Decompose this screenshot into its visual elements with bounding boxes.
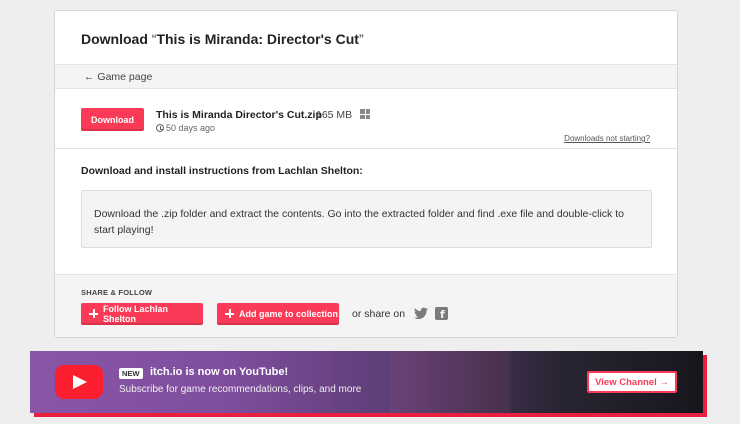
game-page-link[interactable]: ← Game page [84, 71, 152, 83]
divider [55, 148, 677, 149]
add-to-collection-button[interactable]: Add game to collection [217, 303, 339, 325]
youtube-banner: NEW itch.io is now on YouTube! Subscribe… [30, 351, 703, 413]
page-title: Download “This is Miranda: Director's Cu… [81, 31, 364, 47]
youtube-logo-icon [55, 365, 103, 399]
title-prefix: Download [81, 31, 148, 47]
banner-title: itch.io is now on YouTube! [150, 366, 289, 378]
title-game-name: This is Miranda: Director's Cut [156, 31, 359, 47]
file-size: 165 MB [316, 109, 353, 121]
view-channel-button[interactable]: View Channel → [587, 371, 677, 393]
instructions-heading: Download and install instructions from L… [81, 165, 363, 177]
clock-icon [156, 124, 164, 132]
new-badge: NEW [119, 368, 143, 379]
nav-row: ← Game page [55, 64, 677, 89]
twitter-icon[interactable] [414, 307, 428, 320]
instructions-box: Download the .zip folder and extract the… [81, 190, 652, 248]
upload-age-text: 50 days ago [166, 123, 216, 133]
share-heading: SHARE & FOLLOW [81, 288, 153, 297]
windows-icon [360, 109, 370, 119]
share-follow-section: SHARE & FOLLOW Follow Lachlan Shelton Ad… [55, 274, 677, 337]
banner-background [390, 351, 510, 413]
downloads-not-starting-link[interactable]: Downloads not starting? [564, 134, 650, 143]
follow-label: Follow Lachlan Shelton [103, 304, 169, 324]
banner-subtitle: Subscribe for game recommendations, clip… [119, 384, 362, 395]
upload-age: 50 days ago [156, 123, 215, 133]
follow-button[interactable]: Follow Lachlan Shelton [81, 303, 203, 325]
facebook-icon[interactable]: f [435, 307, 448, 321]
share-on-label: or share on [352, 308, 406, 320]
title-close-quote: ” [358, 31, 364, 47]
plus-icon [89, 309, 98, 318]
plus-icon [225, 309, 234, 318]
download-button[interactable]: Download [81, 108, 144, 131]
collection-label: Add game to collection [239, 309, 339, 319]
download-card: Download “This is Miranda: Director's Cu… [54, 10, 678, 338]
download-row: Download This is Miranda Director's Cut.… [55, 99, 677, 149]
file-name: This is Miranda Director's Cut.zip [156, 109, 322, 121]
